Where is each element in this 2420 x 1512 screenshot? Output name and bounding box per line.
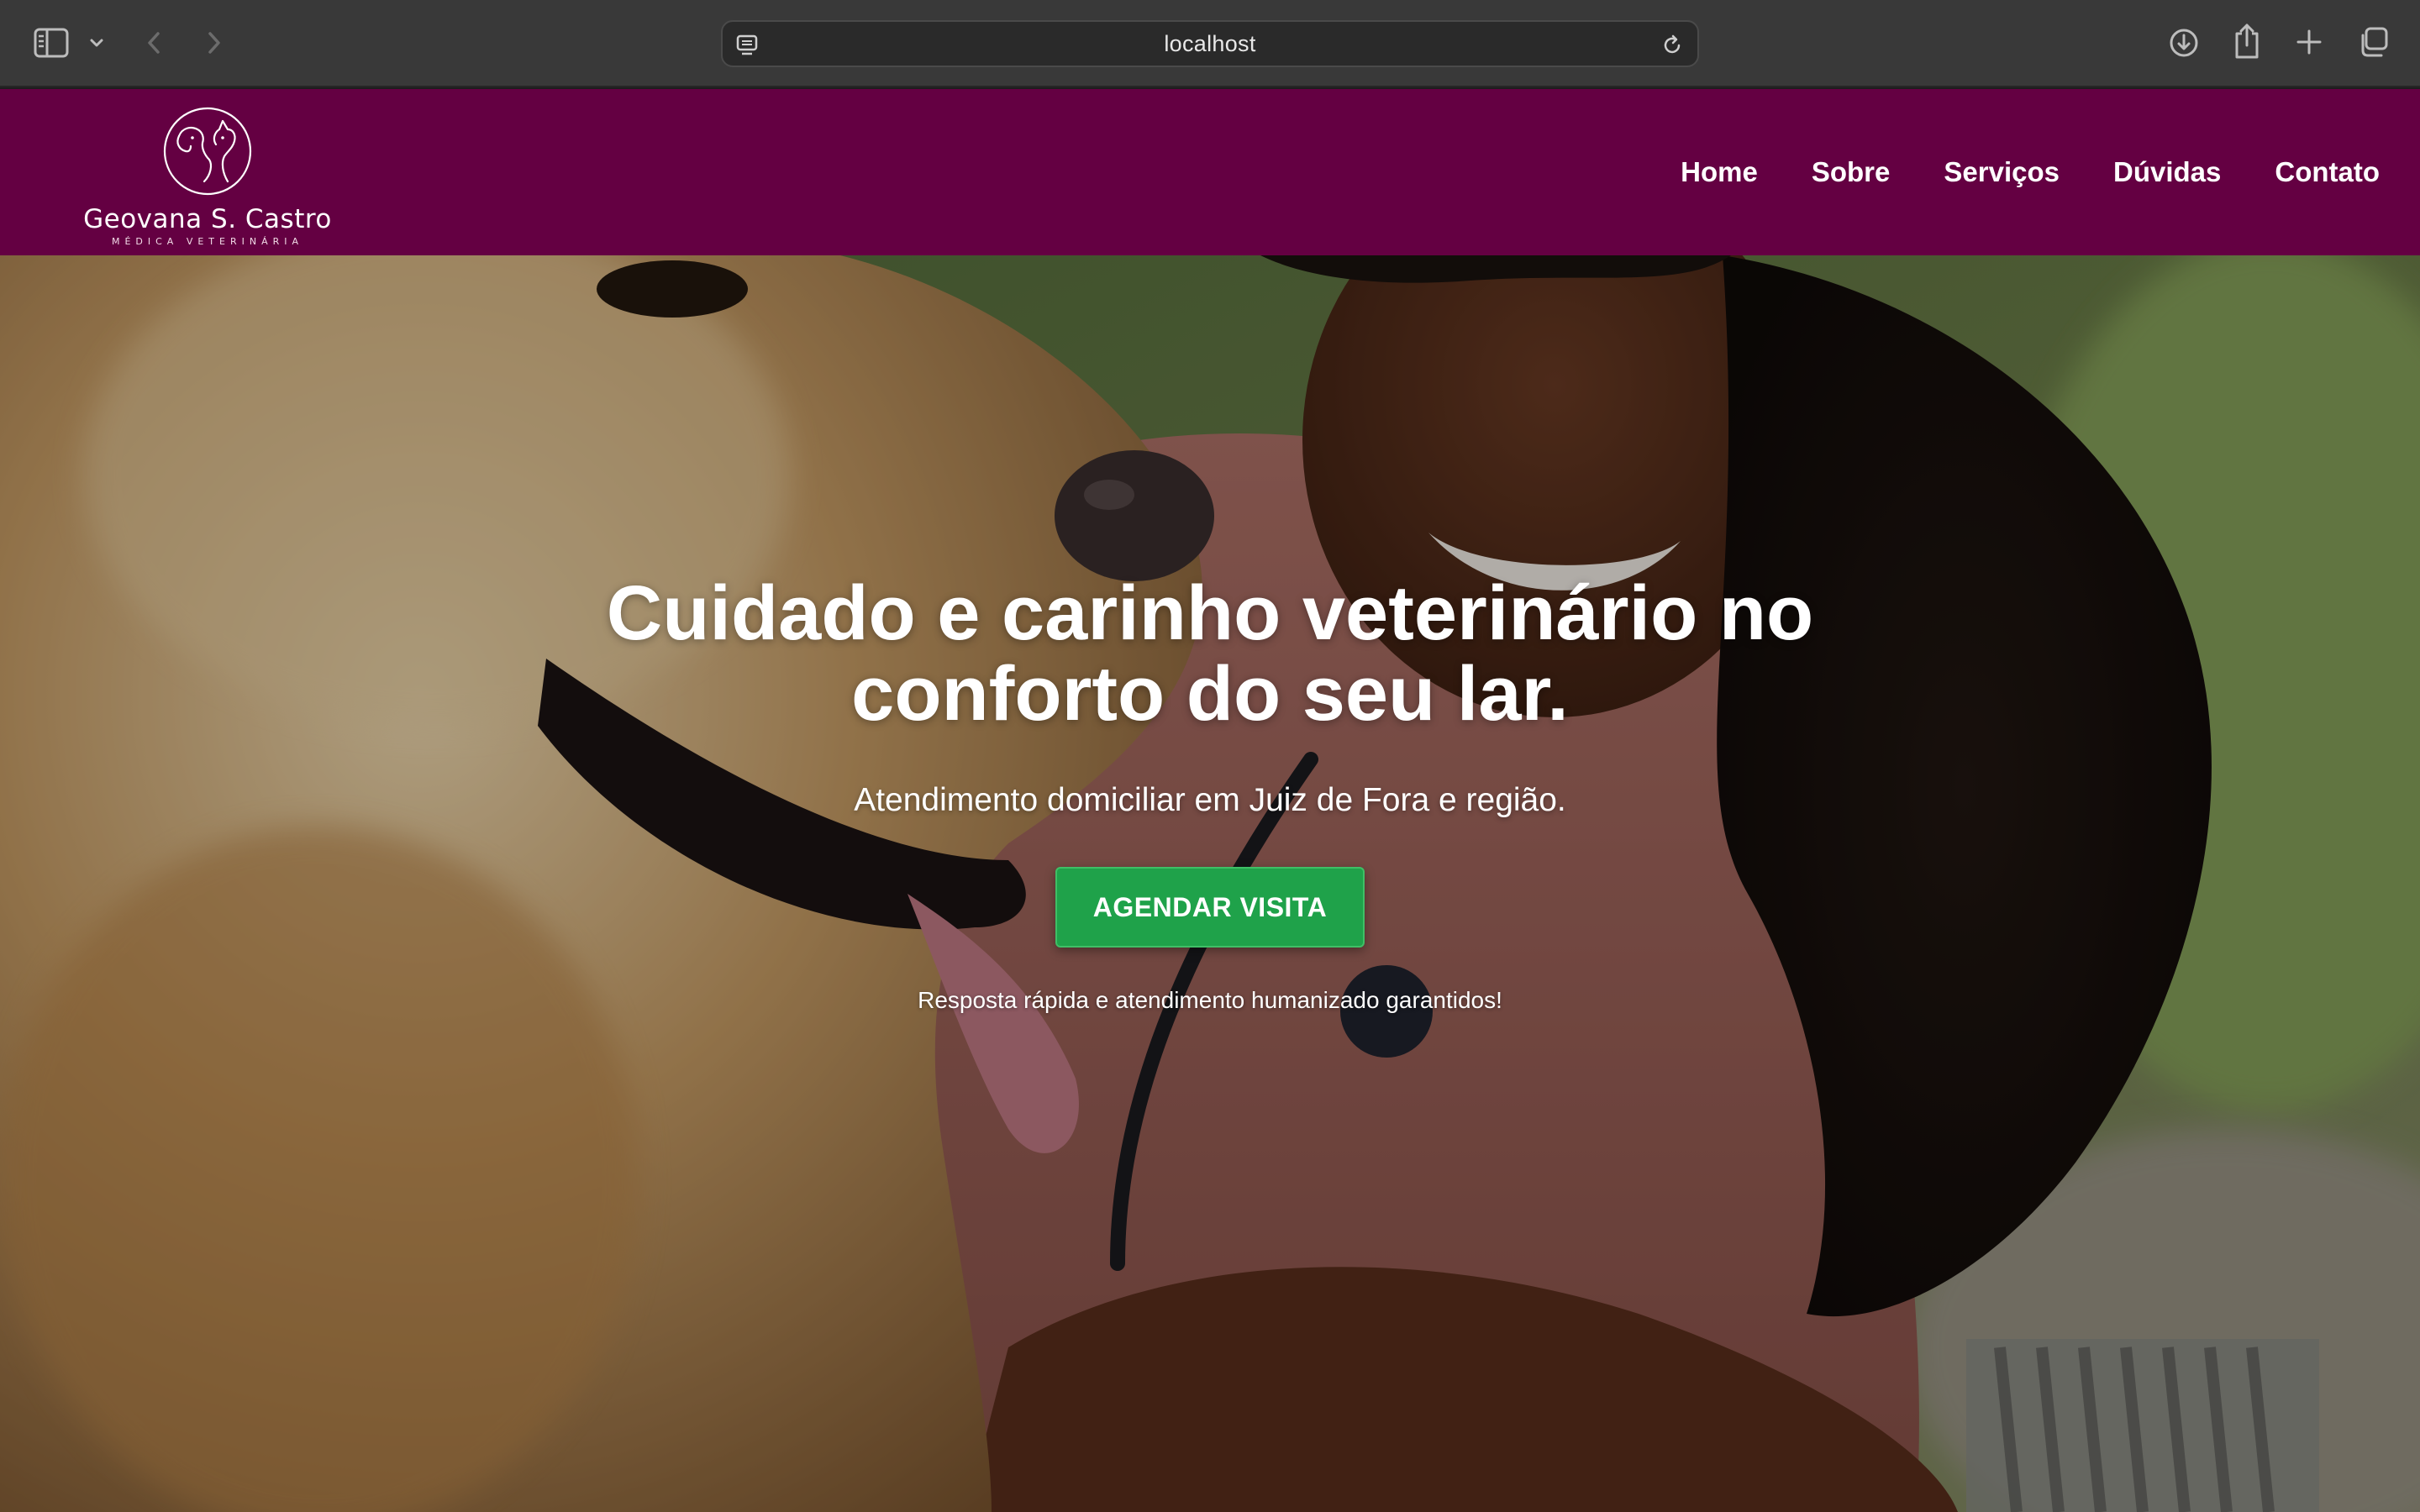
- nav-link-duvidas[interactable]: Dúvidas: [2113, 156, 2221, 188]
- brand-name: Geovana S. Castro: [83, 204, 332, 234]
- nav-link-servicos[interactable]: Serviços: [1944, 156, 2060, 188]
- nav-link-home[interactable]: Home: [1681, 156, 1758, 188]
- address-bar[interactable]: localhost: [721, 20, 1699, 67]
- browser-toolbar: localhost: [0, 0, 2420, 87]
- tabs-icon[interactable]: [2356, 25, 2390, 59]
- forward-arrow-icon[interactable]: [203, 27, 225, 59]
- brand-logo[interactable]: Geovana S. Castro MÉDICA VETERINÁRIA: [69, 99, 346, 247]
- url-text[interactable]: localhost: [723, 22, 1697, 66]
- back-arrow-icon[interactable]: [143, 27, 165, 59]
- dog-cat-logo-icon: [160, 104, 255, 198]
- reload-icon[interactable]: [1659, 32, 1686, 59]
- nav-link-contato[interactable]: Contato: [2275, 156, 2380, 188]
- chevron-down-icon[interactable]: [87, 34, 106, 52]
- brand-subtitle: MÉDICA VETERINÁRIA: [111, 236, 304, 247]
- plus-icon[interactable]: [2294, 27, 2324, 57]
- sidebar-icon[interactable]: [34, 27, 69, 59]
- hero-content: Cuidado e carinho veterinário no confort…: [0, 255, 2420, 1512]
- main-nav: Home Sobre Serviços Dúvidas Contato: [1681, 89, 2380, 255]
- hero-subtitle: Atendimento domiciliar em Juiz de Fora e…: [854, 782, 1566, 818]
- hero-title: Cuidado e carinho veterinário no confort…: [606, 570, 1814, 737]
- nav-link-sobre[interactable]: Sobre: [1812, 156, 1891, 188]
- download-icon[interactable]: [2168, 27, 2200, 59]
- site-header: Geovana S. Castro MÉDICA VETERINÁRIA Hom…: [0, 89, 2420, 255]
- hero-section: Cuidado e carinho veterinário no confort…: [0, 255, 2420, 1512]
- schedule-visit-button[interactable]: AGENDAR VISITA: [1055, 867, 1365, 948]
- hero-note: Resposta rápida e atendimento humanizado…: [918, 987, 1502, 1013]
- share-icon[interactable]: [2232, 22, 2262, 60]
